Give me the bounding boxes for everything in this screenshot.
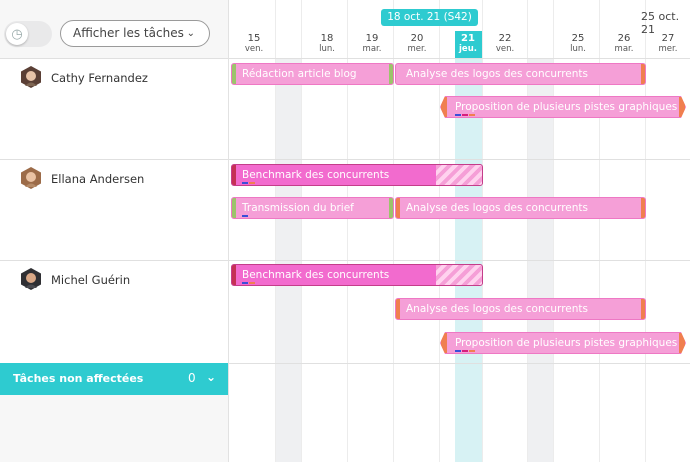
avatar [21,66,41,88]
task-bar[interactable]: Transmission du brief [231,197,394,219]
task-label: Analyse des logos des concurrents [406,68,588,80]
show-tasks-dropdown[interactable]: Afficher les tâches ⌄ [60,20,210,47]
day-number: 25 [571,33,585,44]
day-name: lun. [570,44,586,54]
person-name: Ellana Andersen [51,172,145,186]
chevron-down-icon: ⌄ [186,28,195,39]
person-row-michel: Michel Guérin [0,260,228,364]
timeline: 18 oct. 21 (S42) 25 oct. 21 15 ven. 18 l… [229,0,690,462]
day-number: 21 [461,33,475,44]
task-label: Proposition de plusieurs pistes graphiqu… [455,101,678,113]
person-name: Michel Guérin [51,273,131,287]
task-bar[interactable]: Proposition de plusieurs pistes graphiqu… [440,96,686,118]
clock-icon: ◷ [6,23,28,45]
day-name: ven. [495,44,515,54]
day-name: ven. [244,44,264,54]
task-bar[interactable]: Analyse des logos des concurrents [395,63,646,85]
day-number: 18 [320,33,334,44]
show-tasks-label: Afficher les tâches [73,26,184,40]
avatar [21,167,41,189]
day-number: 15 [247,33,261,44]
unassigned-count: 0 [188,371,196,385]
person-row-ellana: Ellana Andersen [0,159,228,260]
time-toggle[interactable]: ◷ [4,21,52,47]
task-label: Analyse des logos des concurrents [406,303,588,315]
resource-panel: ◷ Afficher les tâches ⌄ Cathy Fernandez … [0,0,229,462]
day-number: 26 [617,33,631,44]
day-name: mer. [407,44,427,54]
task-label: Benchmark des concurrents [242,269,390,281]
task-bar[interactable]: Rédaction article blog [231,63,394,85]
person-row-cathy: Cathy Fernandez [0,58,228,159]
unassigned-tasks-section[interactable]: Tâches non affectées 0 ⌄ [0,363,228,395]
avatar [21,268,41,290]
task-bar[interactable]: Benchmark des concurrents [231,164,483,186]
task-label: Transmission du brief [242,202,354,214]
day-name: mar. [614,44,634,54]
task-bar[interactable]: Benchmark des concurrents [231,264,483,286]
day-number: 20 [410,33,424,44]
person-name: Cathy Fernandez [51,71,148,85]
task-bar[interactable]: Analyse des logos des concurrents [395,197,646,219]
chevron-down-icon[interactable]: ⌄ [206,370,216,384]
day-name: jeu. [459,44,477,54]
current-week-label: 18 oct. 21 (S42) [381,9,478,26]
task-label: Analyse des logos des concurrents [406,202,588,214]
day-number: 22 [498,33,512,44]
unassigned-label: Tâches non affectées [13,372,144,385]
day-name: mer. [658,44,678,54]
task-bar[interactable]: Analyse des logos des concurrents [395,298,646,320]
day-name: mar. [362,44,382,54]
task-label: Benchmark des concurrents [242,169,390,181]
day-name: lun. [319,44,335,54]
day-number: 27 [661,33,675,44]
task-label: Proposition de plusieurs pistes graphiqu… [455,337,678,349]
task-bar[interactable]: Proposition de plusieurs pistes graphiqu… [440,332,686,354]
task-label: Rédaction article blog [242,68,357,80]
today-header: 21 jeu. [455,31,482,58]
day-number: 19 [365,33,379,44]
